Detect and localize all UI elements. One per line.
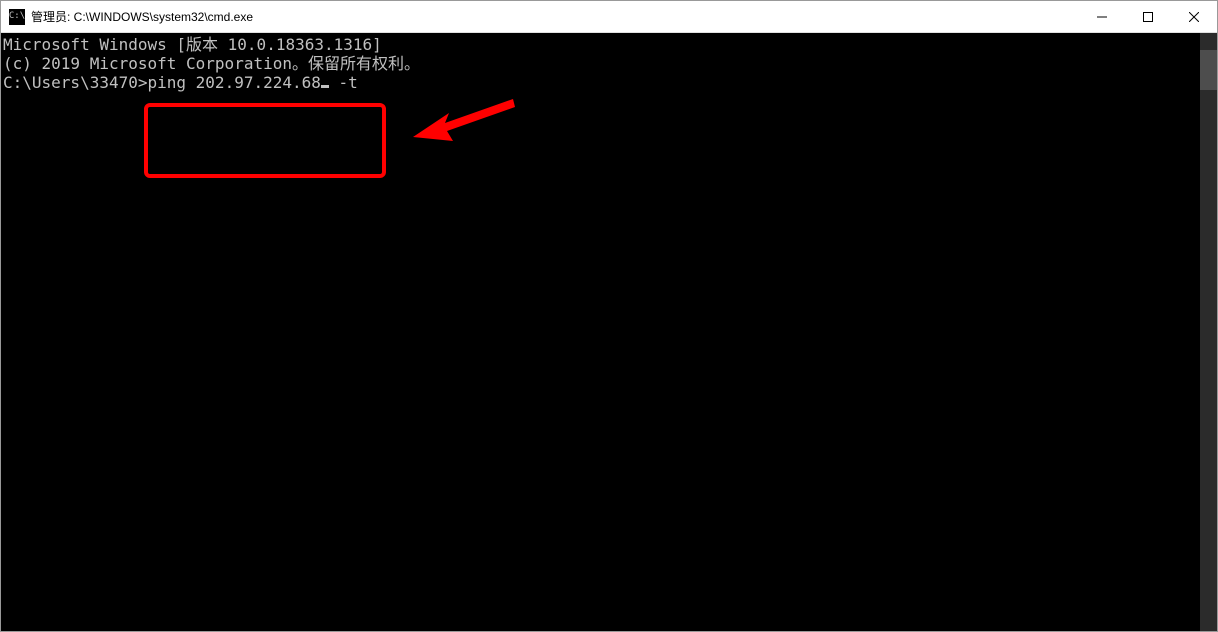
minimize-icon <box>1097 12 1107 22</box>
minimize-button[interactable] <box>1079 1 1125 32</box>
command-text-1: ping 202.97.224.68 <box>148 73 321 92</box>
terminal-line-1: Microsoft Windows [版本 10.0.18363.1316] <box>3 35 1200 54</box>
prompt-text: C:\Users\33470> <box>3 73 148 92</box>
maximize-button[interactable] <box>1125 1 1171 32</box>
scrollbar[interactable] <box>1200 33 1217 631</box>
terminal-area: Microsoft Windows [版本 10.0.18363.1316](c… <box>1 33 1217 631</box>
terminal-content[interactable]: Microsoft Windows [版本 10.0.18363.1316](c… <box>1 33 1200 631</box>
cmd-window: C:\ 管理员: C:\WINDOWS\system32\cmd.exe <box>0 0 1218 632</box>
maximize-icon <box>1143 12 1153 22</box>
highlight-annotation <box>144 103 386 178</box>
command-text-2: -t <box>329 73 358 92</box>
titlebar[interactable]: C:\ 管理员: C:\WINDOWS\system32\cmd.exe <box>1 1 1217 33</box>
scrollbar-thumb[interactable] <box>1200 50 1217 90</box>
cmd-icon: C:\ <box>9 9 25 25</box>
close-icon <box>1189 12 1199 22</box>
cursor <box>321 85 329 88</box>
arrow-annotation <box>409 89 519 149</box>
window-title: 管理员: C:\WINDOWS\system32\cmd.exe <box>31 8 1079 25</box>
terminal-line-2: (c) 2019 Microsoft Corporation。保留所有权利。 <box>3 54 1200 73</box>
window-controls <box>1079 1 1217 32</box>
close-button[interactable] <box>1171 1 1217 32</box>
terminal-prompt-line: C:\Users\33470>ping 202.97.224.68 -t <box>3 73 1200 92</box>
